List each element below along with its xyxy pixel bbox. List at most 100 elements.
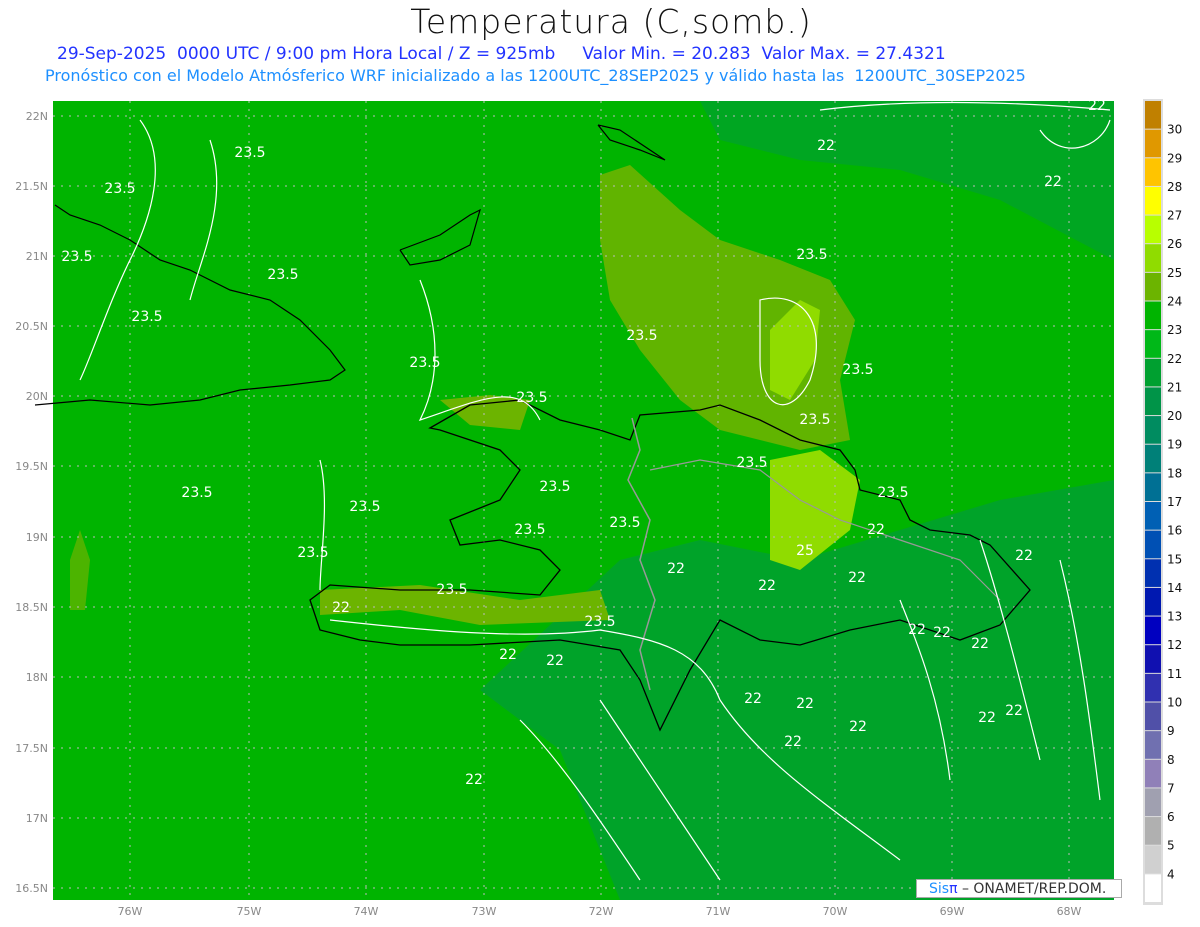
lon-label: 76W — [118, 905, 143, 918]
lat-label: 21.5N — [15, 180, 48, 193]
contour-label: 22 — [758, 578, 776, 594]
colorbar-label: 19 — [1167, 438, 1182, 452]
lat-label: 19.5N — [15, 460, 48, 473]
colorbar-swatch — [1145, 645, 1161, 673]
colorbar-swatch — [1145, 215, 1161, 244]
colorbar-label: 21 — [1167, 380, 1182, 394]
colorbar-swatch — [1145, 129, 1161, 158]
lat-label: 22N — [26, 110, 48, 123]
colorbar-swatch — [1145, 186, 1161, 215]
colorbar-label: 6 — [1167, 810, 1175, 824]
colorbar-swatch — [1145, 358, 1161, 387]
contour-label: 23.5 — [349, 499, 380, 515]
contour-label: 23.5 — [234, 145, 265, 161]
brand-pi: π — [949, 881, 958, 897]
lon-label: 71W — [706, 905, 731, 918]
contour-label: 22 — [817, 138, 835, 154]
colorbar-label: 25 — [1167, 266, 1182, 280]
colorbar-swatch — [1145, 272, 1161, 301]
watermark: Sisπ – ONAMET/REP.DOM. — [916, 879, 1122, 898]
colorbar-label: 30 — [1167, 123, 1182, 137]
contour-label: 23.5 — [799, 412, 830, 428]
contour-label: 23.5 — [626, 328, 657, 344]
lon-label: 74W — [354, 905, 379, 918]
lat-label: 21N — [26, 250, 48, 263]
lat-label: 19N — [26, 531, 48, 544]
colorbar-label: 14 — [1167, 581, 1182, 595]
contour-label: 22 — [332, 600, 350, 616]
colorbar-swatch — [1145, 502, 1161, 530]
contour-label: 22 — [849, 719, 867, 735]
colorbar-swatch — [1145, 301, 1161, 330]
colorbar-label: 26 — [1167, 237, 1182, 251]
contour-label: 22 — [978, 710, 996, 726]
colorbar-swatch — [1145, 559, 1161, 587]
lon-label: 68W — [1057, 905, 1082, 918]
colorbar-label: 22 — [1167, 352, 1182, 366]
contour-label: 22 — [796, 696, 814, 712]
contour-label: 22 — [1044, 174, 1062, 190]
lon-label: 70W — [823, 905, 848, 918]
colorbar-label: 28 — [1167, 180, 1182, 194]
colorbar-label: 7 — [1167, 781, 1175, 795]
contour-label: 22 — [848, 570, 866, 586]
contour-label: 22 — [933, 625, 951, 641]
contour-label: 22 — [1005, 703, 1023, 719]
colorbar-label: 12 — [1167, 638, 1182, 652]
colorbar-label: 15 — [1167, 552, 1182, 566]
contour-label: 23.5 — [409, 355, 440, 371]
colorbar-swatch — [1145, 817, 1161, 845]
contour-label: 22 — [971, 636, 989, 652]
colorbar-label: 13 — [1167, 610, 1182, 624]
contour-label: 23.5 — [877, 485, 908, 501]
colorbar-swatch — [1145, 616, 1161, 645]
colorbar-swatch — [1145, 702, 1161, 731]
contour-label: 23.5 — [436, 582, 467, 598]
lon-label: 72W — [589, 905, 614, 918]
colorbar-swatch — [1145, 530, 1161, 559]
contour-label: 22 — [667, 561, 685, 577]
colorbar-label: 24 — [1167, 295, 1182, 309]
contour-label: 25 — [796, 543, 814, 559]
colorbar-label: 4 — [1167, 867, 1175, 881]
contour-label: 23.5 — [104, 181, 135, 197]
colorbar-label: 11 — [1167, 667, 1182, 681]
contour-label: 23.5 — [539, 479, 570, 495]
contour-label: 22 — [908, 622, 926, 638]
contour-label: 23.5 — [796, 247, 827, 263]
lat-label: 20N — [26, 390, 48, 403]
colorbar-swatch — [1145, 759, 1161, 788]
colorbar-swatch — [1145, 673, 1161, 702]
colorbar-swatch — [1145, 244, 1161, 272]
lon-label: 75W — [237, 905, 262, 918]
colorbar-swatch — [1145, 731, 1161, 759]
colorbar-swatch — [1145, 101, 1161, 129]
colorbar-label: 5 — [1167, 839, 1175, 853]
contour-label: 23.5 — [609, 515, 640, 531]
contour-label: 23.5 — [267, 267, 298, 283]
contour-label: 22 — [546, 653, 564, 669]
contour-label: 23.5 — [842, 362, 873, 378]
colorbar: 30 29 28 27 26 25 24 23 22 21 20 19 18 17 16 15 14 13 12 11… — [1143, 99, 1182, 905]
colorbar-swatch — [1145, 473, 1161, 501]
contour-label: 22 — [499, 647, 517, 663]
colorbar-label: 20 — [1167, 409, 1182, 423]
lat-label: 18N — [26, 671, 48, 684]
lon-label: 69W — [940, 905, 965, 918]
colorbar-label: 16 — [1167, 524, 1182, 538]
colorbar-label: 18 — [1167, 466, 1182, 480]
colorbar-swatch — [1145, 788, 1161, 817]
brand-sis: Sis — [929, 881, 950, 897]
colorbar-label: 10 — [1167, 696, 1182, 710]
colorbar-label: 23 — [1167, 323, 1182, 337]
contour-label: 22 — [784, 734, 802, 750]
contour-label: 23.5 — [736, 455, 767, 471]
temperature-map: 22N 21.5N 21N 20.5N 20N 19.5N 19N 18.5N 18N 17.5N… — [15, 98, 1182, 918]
lat-label: 18.5N — [15, 601, 48, 614]
lon-label: 73W — [472, 905, 497, 918]
contour-label: 23.5 — [181, 485, 212, 501]
colorbar-label: 8 — [1167, 753, 1175, 767]
colorbar-label: 9 — [1167, 724, 1175, 738]
colorbar-swatch — [1145, 416, 1161, 444]
colorbar-label: 27 — [1167, 209, 1182, 223]
